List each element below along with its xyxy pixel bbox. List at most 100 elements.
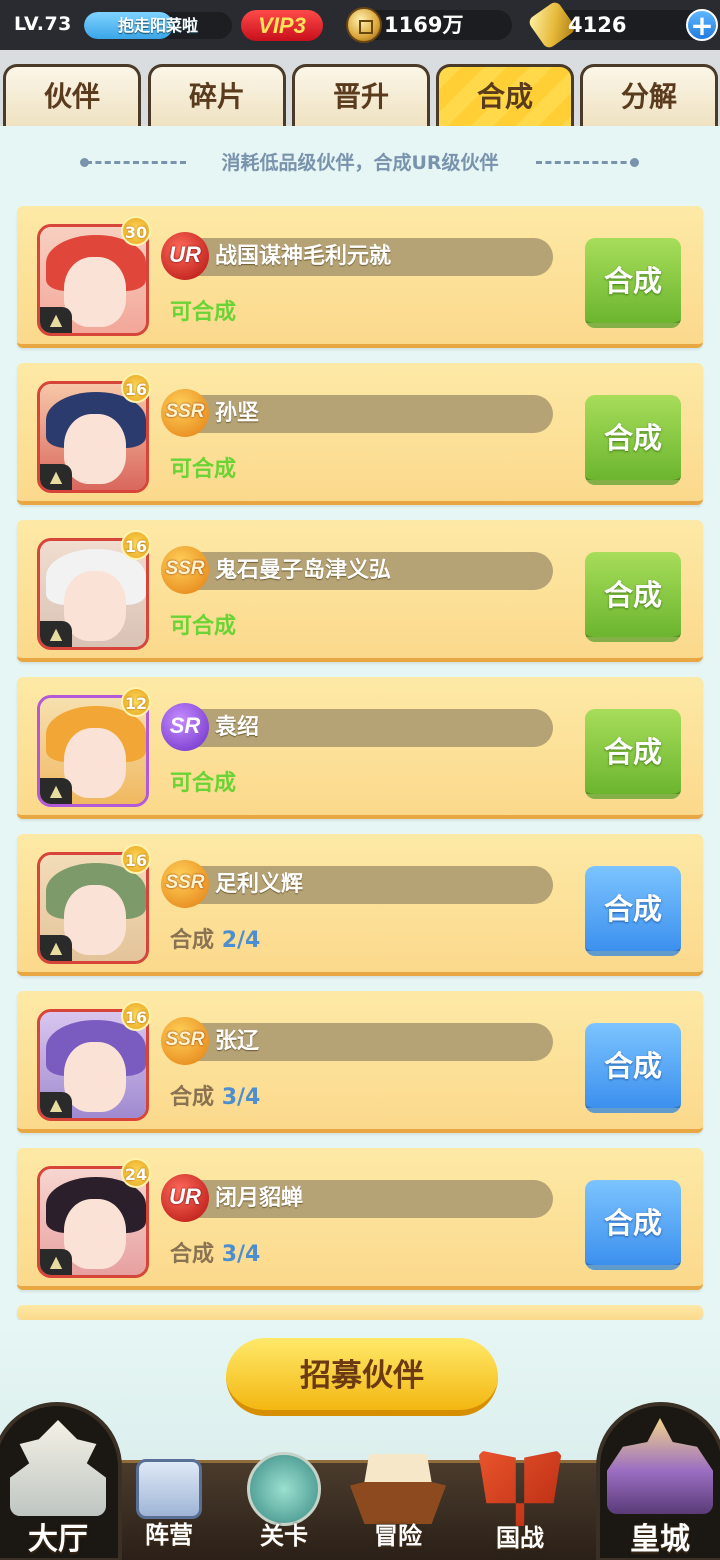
portrait-face	[64, 1042, 126, 1112]
tab-bar: 伙伴 碎片 晋升 合成 分解	[0, 50, 720, 130]
partner-card[interactable]: ▲ 16 SSR 孙坚 可合成 合成	[17, 363, 703, 505]
nav-stage[interactable]: 关卡	[240, 1448, 328, 1560]
ship-icon	[350, 1454, 446, 1524]
partner-name: 战国谋神毛利元就	[215, 244, 392, 269]
class-icon: ▲	[40, 1249, 72, 1275]
partner-name: 鬼石曼子岛津义弘	[215, 558, 392, 583]
synthesis-progress-label: 合成	[170, 1085, 215, 1110]
partner-name: 孙坚	[215, 401, 260, 426]
synthesis-progress-count: 3/4	[221, 1085, 261, 1110]
castle-icon	[10, 1420, 106, 1516]
synthesis-progress-label: 合成	[170, 1242, 215, 1267]
portrait-face	[64, 414, 126, 484]
portrait-face	[64, 728, 126, 798]
synthesis-status: 可合成	[170, 771, 237, 796]
partner-card[interactable]: ▲ 24 UR 闭月貂蝉 合成 3/4 合成	[17, 1148, 703, 1290]
gold-value: 4126	[568, 13, 627, 37]
player-level: LV.73	[14, 13, 72, 35]
status-bar: LV.73 抱走阳菜啦 VIP3 1169万 4126 +	[0, 0, 720, 51]
synthesize-button[interactable]: 合成	[585, 552, 681, 642]
synthesis-progress: 合成 3/4	[170, 1240, 260, 1270]
portrait-face	[64, 257, 126, 327]
class-icon: ▲	[40, 935, 72, 961]
synthesis-progress-count: 3/4	[221, 1242, 261, 1267]
partner-name: 张辽	[215, 1029, 260, 1054]
nav-palace-label: 皇城	[630, 1522, 690, 1557]
war-banner-icon	[478, 1450, 562, 1526]
class-icon: ▲	[40, 307, 72, 333]
coin-icon	[346, 7, 382, 43]
rarity-badge: SSR	[161, 546, 209, 594]
nav-stage-label: 关卡	[260, 1522, 308, 1550]
partner-level-badge: 24	[121, 1158, 151, 1188]
nav-hall-label: 大厅	[28, 1522, 88, 1557]
partner-card[interactable]: ▲ 16 SSR 张辽 合成 3/4 合成	[17, 991, 703, 1133]
synthesis-progress: 合成 3/4	[170, 1083, 260, 1113]
palace-icon	[607, 1418, 713, 1514]
synthesize-button[interactable]: 合成	[585, 395, 681, 485]
rarity-badge: SSR	[161, 389, 209, 437]
partner-level-badge: 16	[121, 844, 151, 874]
synthesize-button[interactable]: 合成	[585, 866, 681, 956]
tab-synthesize[interactable]: 合成	[436, 64, 574, 126]
nav-adventure-label: 冒险	[374, 1522, 422, 1550]
player-name: 抱走阳菜啦	[117, 16, 198, 35]
class-icon: ▲	[40, 464, 72, 490]
partner-level-badge: 16	[121, 373, 151, 403]
synthesis-progress-label: 合成	[170, 928, 215, 953]
tab-promote[interactable]: 晋升	[292, 64, 430, 126]
nav-national-war[interactable]: 国战	[470, 1446, 570, 1560]
partner-level-badge: 16	[121, 530, 151, 560]
partner-name: 闭月貂蝉	[215, 1186, 304, 1211]
synthesize-button[interactable]: 合成	[585, 1180, 681, 1270]
nav-palace[interactable]: 皇城	[600, 1410, 720, 1560]
hint-dot-right	[630, 158, 639, 167]
scroll-map-icon	[136, 1459, 202, 1519]
class-icon: ▲	[40, 778, 72, 804]
partner-level-badge: 30	[121, 216, 151, 246]
partner-card[interactable]: ▲ 12 SR 袁绍 可合成 合成	[17, 677, 703, 819]
coin-value: 1169万	[384, 13, 464, 37]
rarity-badge: UR	[161, 232, 209, 280]
partner-name: 袁绍	[215, 715, 260, 740]
plus-icon[interactable]: +	[686, 9, 718, 41]
nav-adventure[interactable]: 冒险	[346, 1450, 450, 1560]
class-icon: ▲	[40, 621, 72, 647]
synthesis-progress: 合成 2/4	[170, 926, 260, 956]
nav-national-war-label: 国战	[496, 1524, 544, 1552]
nav-camp-label: 阵营	[145, 1521, 193, 1549]
synthesis-status: 可合成	[170, 457, 237, 482]
rarity-badge: SSR	[161, 1017, 209, 1065]
synthesis-progress-count: 2/4	[221, 928, 261, 953]
portrait-face	[64, 1199, 126, 1269]
vip-badge[interactable]: VIP3	[241, 10, 323, 41]
crossed-swords-icon	[247, 1452, 321, 1526]
player-name-pill[interactable]: 抱走阳菜啦	[84, 12, 232, 39]
partner-card-partial	[17, 1305, 703, 1320]
partner-level-badge: 16	[121, 1001, 151, 1031]
partner-name: 足利义辉	[215, 872, 304, 897]
rarity-badge: SSR	[161, 860, 209, 908]
tab-fragments[interactable]: 碎片	[148, 64, 286, 126]
portrait-face	[64, 885, 126, 955]
gold-counter: 4126 +	[526, 0, 718, 51]
tab-decompose[interactable]: 分解	[580, 64, 718, 126]
nav-camp[interactable]: 阵营	[128, 1455, 210, 1560]
partner-card[interactable]: ▲ 16 SSR 鬼石曼子岛津义弘 可合成 合成	[17, 520, 703, 662]
tab-partners[interactable]: 伙伴	[3, 64, 141, 126]
partner-level-badge: 12	[121, 687, 151, 717]
nav-hall[interactable]: 大厅	[0, 1410, 116, 1560]
synthesize-button[interactable]: 合成	[585, 1023, 681, 1113]
recruit-button[interactable]: 招募伙伴	[226, 1338, 498, 1416]
rarity-badge: SR	[161, 703, 209, 751]
synthesis-status: 可合成	[170, 300, 237, 325]
partner-card[interactable]: ▲ 16 SSR 足利义辉 合成 2/4 合成	[17, 834, 703, 976]
portrait-face	[64, 571, 126, 641]
coin-counter: 1169万	[346, 7, 512, 43]
partner-card[interactable]: ▲ 30 UR 战国谋神毛利元就 可合成 合成	[17, 206, 703, 348]
class-icon: ▲	[40, 1092, 72, 1118]
synthesize-button[interactable]: 合成	[585, 709, 681, 799]
hint-divider-right	[536, 161, 636, 164]
rarity-badge: UR	[161, 1174, 209, 1222]
synthesize-button[interactable]: 合成	[585, 238, 681, 328]
